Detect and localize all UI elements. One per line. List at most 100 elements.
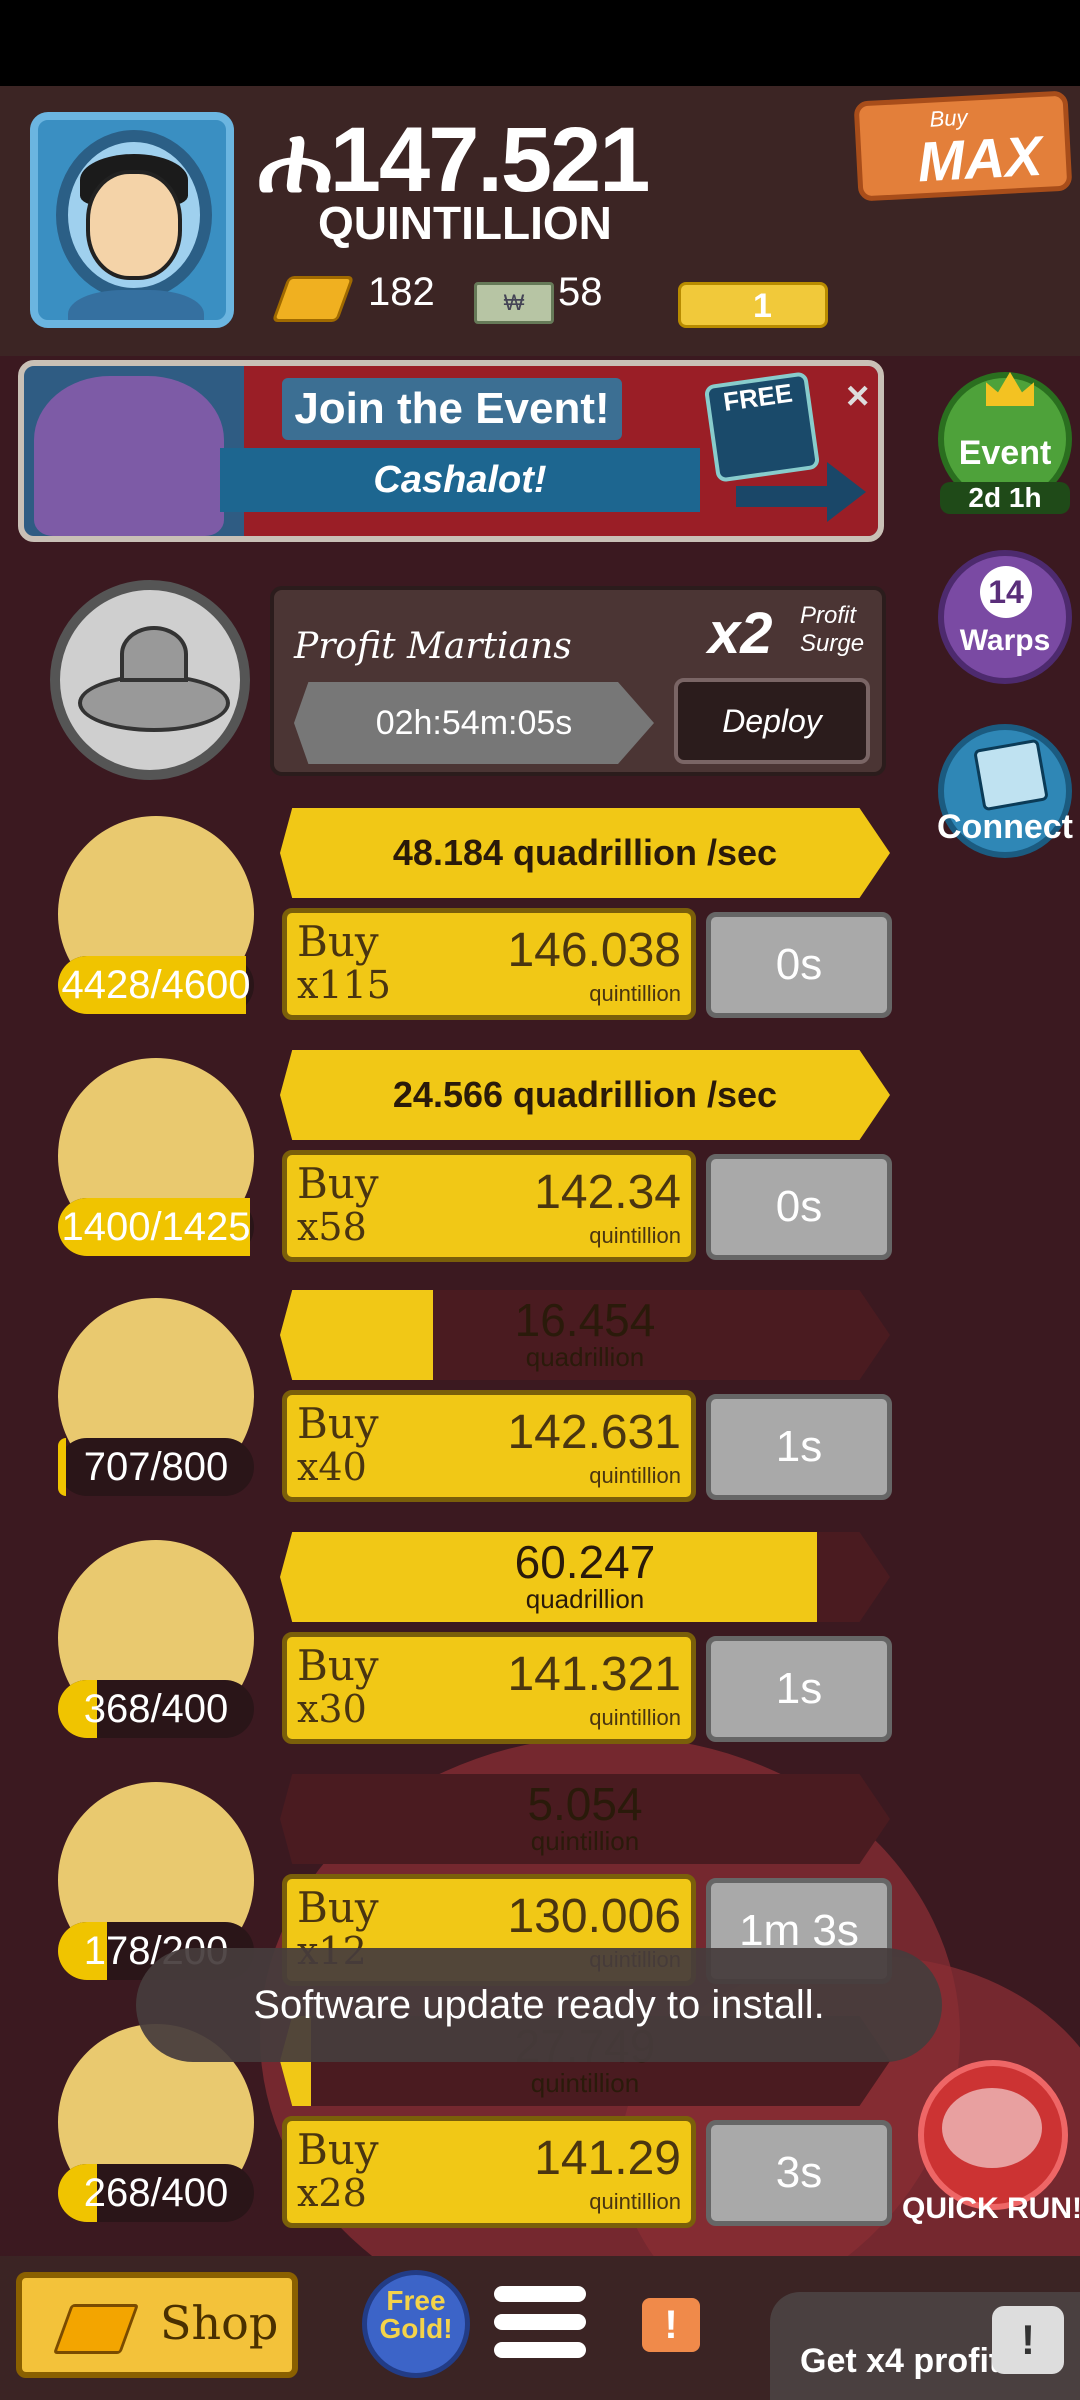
close-icon[interactable]: × [846, 374, 869, 419]
buy-business-button[interactable]: Buy x58 142.34 quintillion [282, 1150, 696, 1262]
buy-cost: 142.34 [534, 1166, 681, 1219]
buy-quantity: x58 [297, 1205, 367, 1249]
business-owned-count: 4428/4600 [58, 956, 254, 1014]
buy-cost-unit: quintillion [589, 1223, 681, 1248]
buy-label: Buy [297, 917, 379, 966]
business-progress-bar[interactable]: 5.054 quintillion [280, 1774, 890, 1864]
event-title: Join the Event! [282, 378, 622, 440]
event-time-left: 2d 1h [940, 482, 1070, 514]
buy-cost: 130.006 [507, 1890, 681, 1943]
buy-label: Buy [297, 2125, 379, 2174]
buy-quantity: x115 [297, 963, 391, 1007]
buy-cost-unit: quintillion [589, 1705, 681, 1730]
free-gold-line1: Free [386, 2285, 446, 2316]
business-owned-count-text: 368/400 [83, 1687, 229, 1731]
buy-max-button[interactable]: Buy MAX [853, 90, 1073, 202]
deploy-button[interactable]: Deploy [674, 678, 870, 764]
avatar-body [68, 290, 204, 320]
business-owned-count: 368/400 [58, 1680, 254, 1738]
buy-quantity: x40 [297, 1445, 367, 1489]
buy-cost: 146.038 [507, 924, 681, 977]
business-row: 1400/1425 24.566 quadrillion /sec Buy x5… [0, 1050, 900, 1280]
business-revenue-unit: quintillion [530, 1826, 640, 1856]
ufo-disc [78, 674, 230, 732]
event-button[interactable]: Event 2d 1h [938, 372, 1072, 514]
shop-label: Shop [160, 2296, 279, 2350]
profit-multiplier-caption: Profit Surge [800, 602, 865, 657]
business-revenue-unit: quadrillion [525, 1342, 645, 1372]
buy-max-big-label: MAX [916, 123, 1044, 194]
ticket-count: 1 [753, 287, 772, 325]
business-revenue: 5.054 [527, 1778, 643, 1830]
manager-timer: 02h:54m:05s [294, 682, 654, 764]
buy-business-button[interactable]: Buy x28 141.29 quintillion [282, 2116, 696, 2228]
business-revenue: 60.247 [514, 1536, 656, 1588]
buy-business-button[interactable]: Buy x40 142.631 quintillion [282, 1390, 696, 1502]
alert-icon[interactable]: ! [642, 2298, 700, 2352]
business-owned-count: 707/800 [58, 1438, 254, 1496]
connect-button[interactable]: Connect [937, 724, 1073, 858]
menu-icon[interactable] [494, 2286, 586, 2366]
business-timer: 1s [706, 1636, 892, 1742]
buy-quantity: x30 [297, 1687, 367, 1731]
event-subtitle: Cashalot! [220, 448, 700, 512]
event-banner[interactable]: Join the Event! Cashalot! FREE × [18, 360, 884, 542]
buy-cost-unit: quintillion [589, 981, 681, 1006]
manager-row: Profit Martians x2 Profit Surge 02h:54m:… [0, 580, 900, 780]
business-timer: 1s [706, 1394, 892, 1500]
shop-button[interactable]: Shop [16, 2272, 298, 2378]
free-gold-badge: FREE [703, 371, 821, 483]
business-row: 4428/4600 48.184 quadrillion /sec Buy x1… [0, 808, 900, 1038]
buy-cost-unit: quintillion [589, 2189, 681, 2214]
gold-count: 182 [368, 270, 435, 314]
business-revenue: 24.566 quadrillion /sec [392, 1074, 778, 1115]
warps-button[interactable]: 14 Warps [938, 550, 1072, 684]
profit-multiplier: x2 [708, 601, 773, 666]
quick-run-button[interactable]: QUICK RUN! [902, 2060, 1080, 2230]
system-toast: Software update ready to install. [136, 1948, 942, 2062]
x4-profit-button[interactable]: Get x4 profit! ! [770, 2292, 1080, 2400]
business-owned-count: 1400/1425 [58, 1198, 254, 1256]
header: ሐ147.521 QUINTILLION 182 ₩ 58 1 Buy MAX [0, 86, 1080, 356]
megabucks-count: 58 [558, 270, 603, 314]
buy-business-button[interactable]: Buy x30 141.321 quintillion [282, 1632, 696, 1744]
free-gold-line2: Gold! [379, 2313, 453, 2344]
business-progress-bar[interactable]: 48.184 quadrillion /sec [280, 808, 890, 898]
ufo-dome [120, 626, 188, 682]
player-avatar[interactable] [30, 112, 234, 328]
buy-business-button[interactable]: Buy x115 146.038 quintillion [282, 908, 696, 1020]
buy-label: Buy [297, 1883, 379, 1932]
manager-panel: Profit Martians x2 Profit Surge 02h:54m:… [270, 586, 886, 776]
buy-cost: 141.321 [507, 1648, 681, 1701]
buy-label: Buy [297, 1399, 379, 1448]
milestone-progress-fill [58, 1438, 66, 1496]
tv-icon: ! [992, 2306, 1064, 2374]
buy-label: Buy [297, 1159, 379, 1208]
business-owned-count-text: 1400/1425 [61, 1205, 251, 1249]
business-owned-count-text: 707/800 [83, 1445, 229, 1489]
business-timer: 0s [706, 1154, 892, 1260]
business-progress-bar[interactable]: 16.454 quadrillion [280, 1290, 890, 1380]
business-revenue-unit: quadrillion [525, 1584, 645, 1614]
business-row: 368/400 60.247 quadrillion Buy x30 141.3… [0, 1532, 900, 1762]
x4-profit-label: Get x4 profit! [800, 2342, 1012, 2380]
warps-count: 14 [980, 566, 1032, 618]
business-progress-bar[interactable]: 60.247 quadrillion [280, 1532, 890, 1622]
buy-cost: 142.631 [507, 1406, 681, 1459]
business-progress-bar[interactable]: 24.566 quadrillion /sec [280, 1050, 890, 1140]
megabucks-icon: ₩ [474, 282, 554, 324]
business-revenue: 48.184 quadrillion /sec [392, 832, 778, 873]
buy-cost-unit: quintillion [589, 1463, 681, 1488]
gold-bar-icon [271, 276, 355, 322]
event-button-label: Event [958, 434, 1052, 472]
crown-icon [986, 372, 1034, 406]
buy-cost: 141.29 [534, 2132, 681, 2185]
ticket-counter[interactable]: 1 [678, 282, 828, 328]
gold-bar-icon [52, 2304, 140, 2354]
business-timer: 0s [706, 912, 892, 1018]
avatar-face [86, 170, 182, 280]
money-unit: QUINTILLION [318, 197, 612, 249]
business-timer: 3s [706, 2120, 892, 2226]
free-gold-button[interactable]: Free Gold! [362, 2270, 470, 2378]
ufo-icon[interactable] [50, 580, 250, 780]
